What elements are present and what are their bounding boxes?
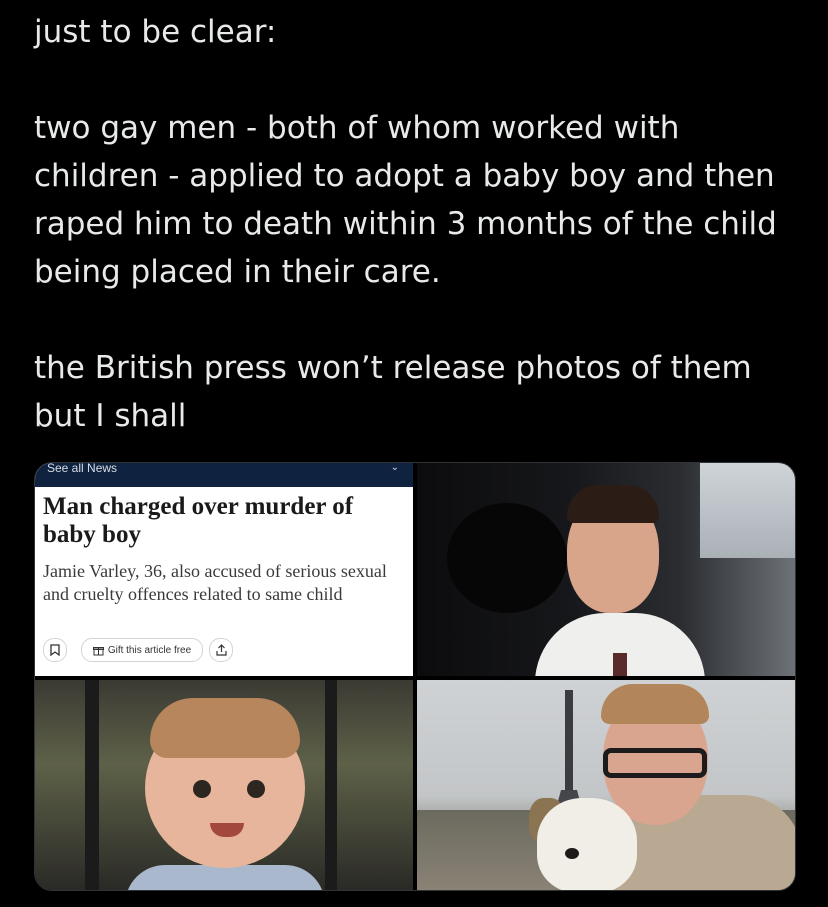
media-grid: See all News ⌄ Man charged over murder o… <box>34 462 796 891</box>
article-headline: Man charged over murder of baby boy <box>43 493 354 548</box>
man-with-dog-photo[interactable] <box>417 680 795 890</box>
gift-article-button: Gift this article free <box>81 638 203 662</box>
article-screenshot-image[interactable]: See all News ⌄ Man charged over murder o… <box>35 463 413 676</box>
post-paragraph: the British press won’t release photos o… <box>34 350 752 434</box>
news-nav-bar: See all News ⌄ <box>35 463 413 487</box>
bookmark-icon <box>50 644 60 656</box>
article-standfirst: Jamie Varley, 36, also accused of seriou… <box>43 561 387 604</box>
share-button <box>209 638 233 662</box>
share-icon <box>215 644 227 656</box>
see-all-news-link: See all News <box>47 463 118 475</box>
gift-icon <box>92 646 104 655</box>
post-paragraph: just to be clear: <box>34 14 277 50</box>
post-paragraph: two gay men - both of whom worked with c… <box>34 110 777 290</box>
post-text: just to be clear: two gay men - both of … <box>34 8 804 440</box>
baby-photo[interactable] <box>35 680 413 890</box>
chevron-down-icon: ⌄ <box>390 463 399 473</box>
man-portrait-photo[interactable] <box>417 463 795 676</box>
gift-article-label: Gift this article free <box>107 644 192 656</box>
bookmark-button <box>43 638 67 662</box>
